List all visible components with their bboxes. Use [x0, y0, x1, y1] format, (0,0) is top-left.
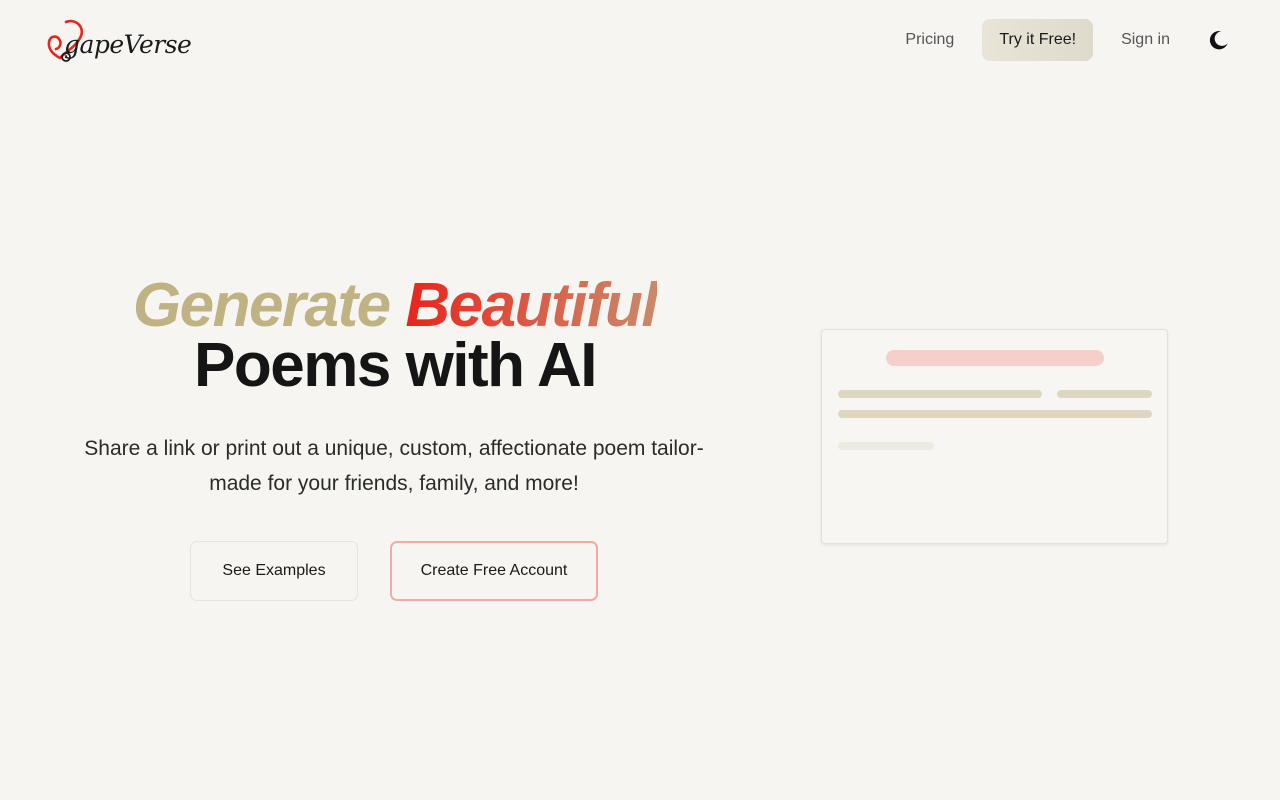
logo-text: gapeVerse [64, 30, 192, 59]
skeleton-title [886, 350, 1104, 366]
hero-title-rest: Poems with AI [194, 331, 597, 400]
see-examples-button[interactable]: See Examples [190, 541, 358, 601]
moon-icon [1209, 31, 1228, 50]
hero-title: Generate Beautiful Poems with AI [40, 275, 750, 397]
create-account-button[interactable]: Create Free Account [390, 541, 598, 601]
sign-in-link[interactable]: Sign in [1107, 19, 1184, 61]
main-nav: Pricing Try it Free! Sign in [891, 19, 1232, 61]
theme-toggle-button[interactable] [1206, 27, 1232, 53]
nav-pricing-link[interactable]: Pricing [891, 19, 968, 61]
skeleton-line [838, 442, 934, 450]
skeleton-line [838, 410, 1152, 418]
hero-title-generate: Generate [132, 271, 391, 340]
hero-title-beautiful: Beautiful [405, 271, 658, 340]
logo[interactable]: gapeVerse [46, 18, 196, 64]
hero-subtitle: Share a link or print out a unique, cust… [84, 437, 704, 495]
poem-preview-skeleton [821, 329, 1168, 544]
skeleton-line [1057, 390, 1152, 398]
site-header: gapeVerse Pricing Try it Free! Sign in [0, 0, 1280, 80]
skeleton-line [838, 390, 1042, 398]
try-free-button[interactable]: Try it Free! [982, 19, 1094, 61]
